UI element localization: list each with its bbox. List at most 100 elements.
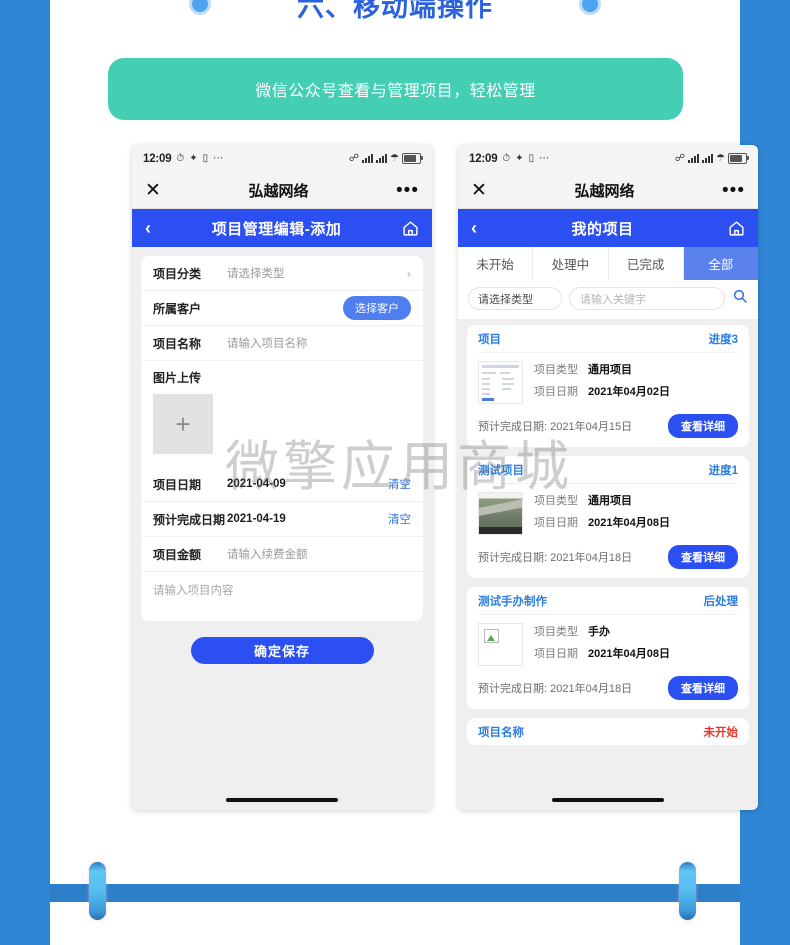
field-eta-value: 2021年04月18日 [550, 683, 633, 695]
back-icon[interactable]: ‹ [471, 218, 477, 239]
page-canvas: 六、移动端操作 微信公众号查看与管理项目，轻松管理 12:09 ⏱ ✦ ▯ ⋯ … [50, 0, 758, 945]
field-date-label: 项目日期 [534, 386, 578, 398]
value-eta-date: 2021-04-19 [227, 513, 286, 525]
field-type-label: 项目类型 [534, 626, 578, 638]
field-date: 项目日期 2021年04月02日 [534, 383, 738, 399]
signal-icon [362, 154, 374, 163]
field-date-value: 2021年04月08日 [588, 648, 670, 660]
form-row-project-date[interactable]: 项目日期 2021-04-09 清空 [141, 467, 423, 502]
more-icon: ⋯ [539, 152, 550, 164]
card-header: 测试项目 进度1 [478, 456, 738, 484]
more-icon[interactable]: ••• [722, 181, 745, 200]
form-row-category[interactable]: 项目分类 请选择类型 › [141, 256, 423, 291]
form-row-name[interactable]: 项目名称 请输入项目名称 [141, 326, 423, 361]
field-eta-value: 2021年04月18日 [550, 552, 633, 564]
type-select-value: 请选择类型 [478, 293, 533, 306]
view-detail-button[interactable]: 查看详细 [668, 545, 738, 569]
view-detail-button[interactable]: 查看详细 [668, 676, 738, 700]
wifi-icon: ☂ [716, 152, 725, 164]
input-project-content[interactable]: 请输入项目内容 [153, 585, 234, 597]
close-icon[interactable]: ✕ [145, 181, 161, 200]
tab-all[interactable]: 全部 [683, 247, 758, 280]
alarm-icon: ⏱ [502, 152, 511, 164]
search-input[interactable]: 请输入关键字 [569, 287, 725, 310]
tab-completed[interactable]: 已完成 [609, 247, 684, 280]
field-type-label: 项目类型 [534, 495, 578, 507]
photo-thumb [478, 492, 523, 535]
project-list: 项目 进度3 项目类型 通用项目 项目日期 2021年04月02日 预计完成日期… [458, 319, 758, 745]
app-navbar-right: ‹ 我的项目 [458, 209, 758, 247]
image-upload-button[interactable]: + [153, 394, 213, 454]
status-bar-left: 12:09 ⏱ ✦ ▯ ⋯ [143, 153, 223, 165]
list-item[interactable]: 测试手办制作 后处理 项目类型 手办 项目日期 2021年04月08日 预计完成… [467, 587, 749, 709]
field-eta-label: 预计完成日期: [478, 683, 548, 695]
project-name: 测试手办制作 [478, 595, 547, 608]
status-time: 12:09 [469, 152, 498, 165]
save-button[interactable]: 确定保存 [190, 637, 374, 664]
card-footer: 预计完成日期: 2021年04月18日 查看详细 [478, 541, 738, 578]
navbar-title: 我的项目 [571, 220, 634, 238]
home-icon[interactable] [402, 220, 419, 237]
tab-in-progress[interactable]: 处理中 [533, 247, 609, 280]
wechat-account-title: 弘越网络 [574, 182, 635, 200]
bluetooth-icon: ☍ [348, 152, 360, 164]
label-image-upload: 图片上传 [153, 371, 202, 385]
field-type: 项目类型 通用项目 [534, 492, 738, 508]
form-row-amount[interactable]: 项目金额 请输入续费金额 [141, 537, 423, 572]
wechat-topbar: ✕ 弘越网络 ••• [132, 172, 432, 209]
card-fields: 项目类型 通用项目 项目日期 2021年04月02日 [534, 361, 738, 399]
decoration-pin-right [679, 862, 696, 920]
back-icon[interactable]: ‹ [145, 218, 151, 239]
label-project-date: 项目日期 [153, 477, 202, 492]
view-detail-button[interactable]: 查看详细 [668, 414, 738, 438]
more-icon[interactable]: ••• [396, 181, 419, 200]
project-name: 项目 [478, 333, 501, 346]
status-bar-left: 12:09 ⏱ ✦ ▯ ⋯ [469, 153, 549, 165]
project-stage: 进度3 [708, 333, 738, 346]
document-thumb [478, 361, 523, 404]
field-date-value: 2021年04月02日 [588, 386, 670, 398]
close-icon[interactable]: ✕ [471, 181, 487, 200]
search-placeholder: 请输入关键字 [580, 293, 646, 306]
field-date-label: 项目日期 [534, 517, 578, 529]
input-project-name[interactable]: 请输入项目名称 [227, 335, 411, 351]
battery-icon [728, 153, 749, 164]
list-item[interactable]: 测试项目 进度1 项目类型 通用项目 项目日期 2021年04月08日 预计完成… [467, 456, 749, 578]
search-icon[interactable] [732, 288, 748, 309]
card-fields: 项目类型 通用项目 项目日期 2021年04月08日 [534, 492, 738, 530]
list-item[interactable]: 项目名称 未开始 [467, 718, 749, 745]
home-icon[interactable] [728, 220, 745, 237]
form-row-content[interactable]: 请输入项目内容 [141, 572, 423, 621]
title-dot-left-icon [189, 0, 211, 15]
broken-image-thumb [478, 623, 523, 666]
project-stage: 进度1 [708, 464, 738, 477]
signal-icon [688, 154, 700, 163]
type-select[interactable]: 请选择类型 [468, 287, 562, 310]
wechat-icon: ✦ [189, 152, 198, 164]
card-body: 项目类型 通用项目 项目日期 2021年04月02日 [478, 353, 738, 410]
card-footer: 预计完成日期: 2021年04月18日 查看详细 [478, 672, 738, 709]
clear-eta-date-button[interactable]: 清空 [388, 511, 411, 527]
field-eta-label: 预计完成日期: [478, 552, 548, 564]
chevron-right-icon: › [406, 265, 411, 281]
more-icon: ⋯ [213, 152, 224, 164]
signal2-icon [702, 154, 714, 163]
label-eta-date: 预计完成日期 [153, 512, 226, 527]
app-navbar-left: ‹ 项目管理编辑-添加 [132, 209, 432, 247]
tab-not-started[interactable]: 未开始 [458, 247, 534, 280]
form-row-upload: 图片上传 + [141, 361, 423, 467]
phone-mockup-left: 12:09 ⏱ ✦ ▯ ⋯ ☍ ☂ ✕ 弘越网络 ••• ‹ 项目管理编辑-添加 [132, 145, 432, 810]
field-type-value: 手办 [588, 626, 610, 638]
status-badge: 未开始 [703, 726, 739, 739]
card-body: 项目类型 通用项目 项目日期 2021年04月08日 [478, 484, 738, 541]
status-bar: 12:09 ⏱ ✦ ▯ ⋯ ☍ ☂ [458, 145, 758, 172]
alarm-icon: ⏱ [176, 152, 185, 164]
input-amount[interactable]: 请输入续费金额 [227, 546, 411, 562]
field-eta-label: 预计完成日期: [478, 421, 548, 433]
clear-project-date-button[interactable]: 清空 [388, 476, 411, 492]
form-row-eta-date[interactable]: 预计完成日期 2021-04-19 清空 [141, 502, 423, 537]
select-customer-button[interactable]: 选择客户 [343, 296, 411, 320]
field-eta-value: 2021年04月15日 [550, 421, 633, 433]
list-item[interactable]: 项目 进度3 项目类型 通用项目 项目日期 2021年04月02日 预计完成日期… [467, 325, 749, 447]
project-form: 项目分类 请选择类型 › 所属客户 选择客户 项目名称 请输入项目名称 图片上传 [132, 247, 432, 664]
